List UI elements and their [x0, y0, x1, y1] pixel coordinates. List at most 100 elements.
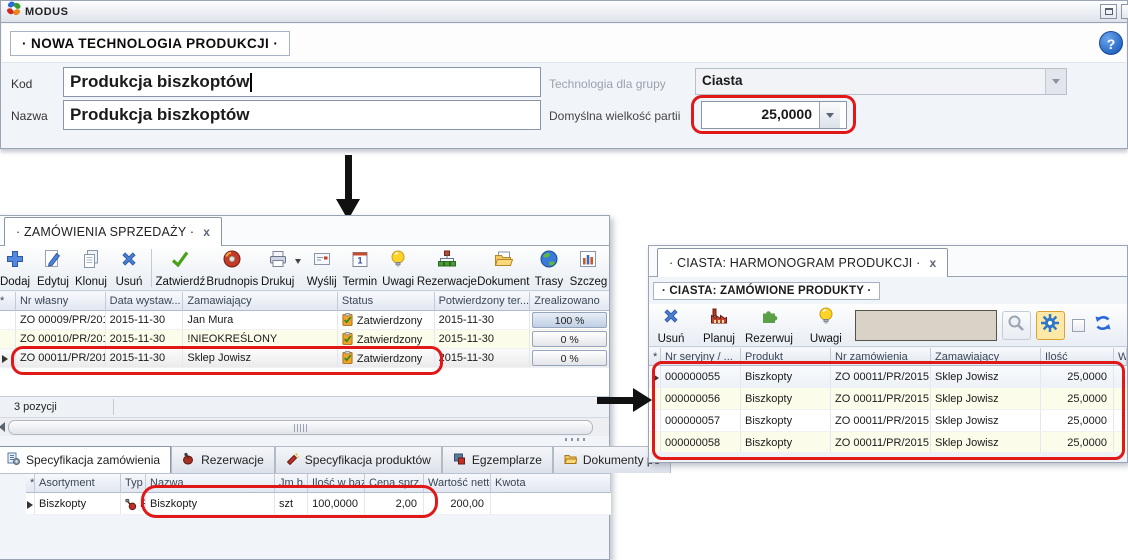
- nazwa-value: Produkcja biszkoptów: [70, 105, 249, 125]
- column-header-typ[interactable]: Typ: [121, 474, 146, 493]
- close-window-button[interactable]: [1121, 4, 1128, 19]
- dodaj-button[interactable]: Dodaj: [0, 246, 34, 290]
- dokument-button[interactable]: Dokument: [477, 246, 530, 290]
- termin-button[interactable]: 1 Termin: [341, 246, 379, 290]
- column-header-cena[interactable]: Cena sprz...: [365, 474, 424, 493]
- progress-button[interactable]: 0 %: [532, 331, 607, 347]
- splitter-dots[interactable]: [565, 438, 587, 441]
- table-row[interactable]: 000000058 Biszkopty ZO 00011/PR/2015 Skl…: [649, 432, 1127, 454]
- grupa-label: Technologia dla grupy: [549, 77, 666, 91]
- column-header-termin[interactable]: Potwierdzony ter...: [435, 292, 531, 311]
- close-tab-icon[interactable]: x: [930, 256, 937, 270]
- trasy-button[interactable]: Trasy: [530, 246, 568, 290]
- tab-egzemplarze[interactable]: Egzemplarze: [442, 446, 553, 473]
- chevron-down-icon[interactable]: [819, 102, 840, 128]
- spec-table-row[interactable]: Biszkopty P Biszkopty szt 100,0000 2,00 …: [26, 493, 611, 515]
- scroll-left-icon[interactable]: [0, 422, 5, 432]
- column-header-nr-zamowienia[interactable]: Nr zamówienia: [831, 348, 931, 366]
- rezerwacje-button[interactable]: Rezerwacje: [417, 246, 477, 290]
- edytuj-button[interactable]: Edytuj: [34, 246, 72, 290]
- partia-label: Domyślna wielkość partii: [549, 109, 680, 123]
- tab-rezerwacje[interactable]: Rezerwacje: [171, 446, 275, 473]
- uwagi-button[interactable]: Uwagi: [379, 246, 417, 290]
- column-header-nr-seryjny[interactable]: Nr seryjny / ...: [661, 348, 741, 366]
- flow-arrow-right: [597, 386, 653, 414]
- progress-button[interactable]: 0 %: [532, 350, 607, 366]
- help-button[interactable]: ?: [1099, 31, 1123, 55]
- filter-checkbox[interactable]: [1072, 319, 1085, 332]
- column-header-w[interactable]: W: [1114, 348, 1127, 366]
- column-header-marker[interactable]: *: [649, 348, 661, 366]
- close-tab-icon[interactable]: x: [203, 225, 210, 239]
- section-title: · CIASTA: ZAMÓWIONE PRODUKTY ·: [653, 282, 880, 300]
- column-header-ilosc[interactable]: Ilość w baz...: [308, 474, 365, 493]
- rezerwuj-button[interactable]: Rezerwuj: [740, 303, 798, 347]
- uwagi-button[interactable]: Uwagi: [805, 303, 847, 347]
- tab-zamowienia-sprzedazy[interactable]: · ZAMÓWIENIA SPRZEDAŻY · x: [4, 217, 222, 246]
- scrollbar-thumb[interactable]: [8, 420, 593, 435]
- puzzle-icon: [759, 306, 779, 331]
- table-row[interactable]: ZO 00010/PR/2015 2015-11-30 !NIEOKREŚLON…: [0, 330, 609, 349]
- partia-spinner[interactable]: 25,0000: [701, 101, 847, 129]
- column-header-asortyment[interactable]: Asortyment: [35, 474, 121, 493]
- table-row[interactable]: ZO 00009/PR/2015 2015-11-30 Jan Mura Zat…: [0, 311, 609, 330]
- restore-window-button[interactable]: [1100, 4, 1117, 19]
- usun-button[interactable]: Usuń: [110, 246, 148, 290]
- szczegoly-button[interactable]: Szczeg: [568, 246, 609, 290]
- column-header-zrealizowano[interactable]: Zrealizowano: [530, 292, 609, 311]
- column-header-status[interactable]: Status: [338, 292, 435, 311]
- horizontal-scrollbar[interactable]: [0, 417, 609, 436]
- chevron-down-icon[interactable]: [1045, 69, 1066, 94]
- search-input[interactable]: [855, 310, 997, 341]
- progress-button[interactable]: 100 %: [532, 312, 607, 328]
- text-caret: [250, 73, 252, 92]
- column-header-zamawiajacy[interactable]: Zamawiający: [183, 292, 337, 311]
- tab-ciasta-harmonogram[interactable]: · CIASTA: HARMONOGRAM PRODUKCJI · x: [657, 248, 948, 277]
- column-header-ilosc[interactable]: Ilość: [1041, 348, 1114, 366]
- wyslij-button[interactable]: Wyślij: [303, 246, 341, 290]
- table-row-selected[interactable]: 000000055 Biszkopty ZO 00011/PR/2015 Skl…: [649, 366, 1127, 388]
- column-header-wartosc[interactable]: Wartość netto: [424, 474, 491, 493]
- klonuj-button[interactable]: Klonuj: [72, 246, 110, 290]
- detail-tabs: Specyfikacja zamówienia Rezerwacje Specy…: [0, 446, 611, 474]
- column-header-marker[interactable]: *: [0, 292, 16, 311]
- status-label: Zatwierdzony: [357, 315, 422, 327]
- column-header-nr-wlasny[interactable]: Nr własny: [16, 292, 106, 311]
- print-dropdown-icon[interactable]: [295, 264, 301, 282]
- tab-specyfikacja-zamowienia[interactable]: Specyfikacja zamówienia: [0, 446, 171, 473]
- grupa-dropdown[interactable]: Ciasta: [695, 68, 1067, 95]
- schedule-toolbar: Usuń Planuj Rezerwuj Uwagi: [649, 304, 1127, 347]
- column-header-jm[interactable]: Jm b...: [275, 474, 308, 493]
- zatwierdz-button[interactable]: Zatwierdź: [155, 246, 206, 290]
- brudnopis-button[interactable]: Brudnopis: [206, 246, 259, 290]
- refresh-icon[interactable]: [1093, 313, 1113, 338]
- orders-status-bar: 3 pozycji: [0, 396, 609, 417]
- usun-button[interactable]: Usuń: [651, 303, 691, 347]
- column-header-produkt[interactable]: Produkt: [741, 348, 831, 366]
- printer-icon: [268, 249, 288, 274]
- kod-input[interactable]: Produkcja biszkoptów: [63, 67, 541, 97]
- nazwa-input[interactable]: Produkcja biszkoptów: [63, 100, 541, 130]
- org-tree-icon: [437, 249, 457, 274]
- kod-value: Produkcja biszkoptów: [70, 72, 249, 92]
- search-button[interactable]: [1002, 311, 1031, 340]
- table-row-selected[interactable]: ZO 00011/PR/2015 2015-11-30 Sklep Jowisz…: [0, 349, 609, 368]
- column-header-zamawiajacy[interactable]: Zamawiający: [931, 348, 1041, 366]
- settings-button[interactable]: [1036, 311, 1065, 340]
- table-row[interactable]: 000000056 Biszkopty ZO 00011/PR/2015 Skl…: [649, 388, 1127, 410]
- column-header-marker[interactable]: *: [26, 474, 35, 493]
- folder-icon: [564, 452, 577, 468]
- column-header-nazwa[interactable]: Nazwa: [146, 474, 275, 493]
- tab-specyfikacja-produktow[interactable]: Specyfikacja produktów: [275, 446, 442, 473]
- page-title: · NOWA TECHNOLOGIA PRODUKCJI ·: [10, 31, 290, 56]
- table-row[interactable]: 000000057 Biszkopty ZO 00011/PR/2015 Skl…: [649, 410, 1127, 432]
- planuj-button[interactable]: Planuj: [698, 303, 740, 347]
- add-icon: [5, 249, 25, 274]
- status-approved-icon: [342, 332, 353, 348]
- drukuj-button[interactable]: Drukuj: [259, 246, 297, 290]
- spec-table: * Asortyment Typ Nazwa Jm b... Ilość w b…: [26, 474, 611, 515]
- column-header-data[interactable]: Data wystaw...: [106, 292, 184, 311]
- status-approved-icon: [342, 351, 353, 367]
- column-header-kwota[interactable]: Kwota: [491, 474, 611, 493]
- svg-text:1: 1: [357, 256, 362, 266]
